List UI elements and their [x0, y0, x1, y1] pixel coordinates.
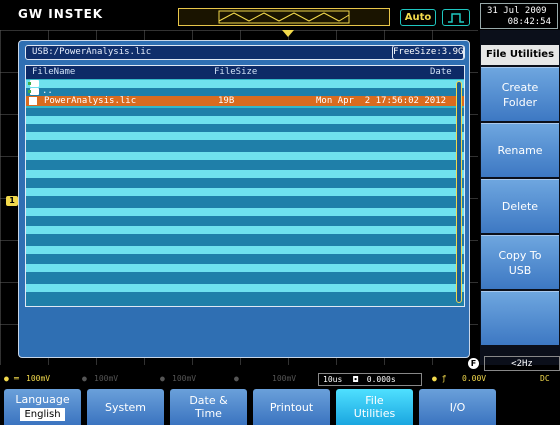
- trigger-position-marker-icon: [282, 30, 294, 37]
- delete-button[interactable]: Delete: [481, 179, 559, 233]
- file-utilities-label: File Utilities: [353, 394, 396, 420]
- ch4-scale: 100mV: [272, 374, 297, 383]
- language-label: Language: [15, 393, 70, 406]
- list-row: [26, 152, 464, 160]
- system-key[interactable]: System: [87, 389, 164, 425]
- rename-label: Rename: [497, 144, 543, 157]
- list-row: [26, 178, 464, 188]
- column-date: Date: [430, 67, 452, 77]
- io-label: I/O: [449, 400, 466, 414]
- waveform-overview: [178, 8, 390, 26]
- date-time-key[interactable]: Date & Time: [170, 389, 247, 425]
- list-row: [26, 108, 464, 116]
- column-filesize: FileSize: [214, 67, 258, 77]
- folder-icon: [28, 80, 39, 87]
- parent-folder-label: ..: [42, 86, 53, 96]
- frequency-readout: <2Hz: [484, 356, 560, 371]
- ch2-indicator-icon: ●: [82, 374, 87, 383]
- ch4-indicator-icon: ●: [234, 374, 239, 383]
- list-row: [26, 216, 464, 226]
- file-browser-panel: USB:/PowerAnalysis.lic FreeSize:3.9G Fil…: [18, 40, 470, 358]
- current-path: USB:/PowerAnalysis.lic: [32, 47, 152, 57]
- list-row: [26, 188, 464, 196]
- list-row: [26, 160, 464, 170]
- brand-logo: GW INSTEK: [18, 7, 104, 21]
- free-size-badge: FreeSize:3.9G: [392, 45, 464, 60]
- list-row: [26, 272, 464, 284]
- list-row: [26, 132, 464, 140]
- list-row: [26, 284, 464, 292]
- folder-up-icon: [28, 88, 39, 95]
- system-label: System: [104, 400, 147, 414]
- channel1-marker-icon: 1: [6, 196, 18, 206]
- selected-file-name: PowerAnalysis.lic: [44, 96, 137, 106]
- copy-to-usb-button[interactable]: Copy To USB: [481, 235, 559, 289]
- date-time-display: 31 Jul 2009 08:42:54: [480, 3, 558, 29]
- ch1-indicator-icon: ●: [4, 374, 9, 383]
- side-menu: File Utilities Create Folder Rename Dele…: [480, 30, 560, 365]
- list-row: [26, 170, 464, 178]
- copy-to-usb-label: Copy To USB: [498, 248, 542, 277]
- column-filename: FileName: [32, 67, 76, 77]
- rename-button[interactable]: Rename: [481, 123, 559, 177]
- status-bar: ● ═ 100mV ● 100mV ● 100mV ● 100mV ● ƒ 0.…: [0, 372, 560, 386]
- menu-title: File Utilities: [481, 45, 559, 65]
- trigger-level: 0.00V: [462, 374, 487, 383]
- language-value: English: [20, 408, 65, 421]
- ch1-scale: 100mV: [26, 374, 51, 383]
- ch1-coupling-icon: ═: [14, 374, 19, 383]
- ch2-scale: 100mV: [94, 374, 119, 383]
- date-time-label: Date & Time: [189, 394, 228, 420]
- empty-soft-key[interactable]: [481, 291, 559, 345]
- path-bar: USB:/PowerAnalysis.lic FreeSize:3.9G: [25, 45, 465, 60]
- ch3-indicator-icon: ●: [160, 374, 165, 383]
- list-row: [26, 234, 464, 246]
- list-row: [26, 140, 464, 152]
- create-folder-label: Create Folder: [501, 80, 539, 109]
- list-item-root-folder[interactable]: [26, 80, 464, 88]
- date-text: 31 Jul 2009: [487, 6, 547, 16]
- printout-label: Printout: [269, 400, 314, 414]
- horizontal-position: 0.000s: [366, 375, 396, 384]
- create-folder-button[interactable]: Create Folder: [481, 67, 559, 121]
- file-list-header: FileName FileSize Date: [26, 66, 464, 79]
- timebase-value: 10us: [323, 375, 343, 384]
- trigger-source-icon: ● ƒ: [432, 374, 447, 383]
- top-bar: GW INSTEK Auto 31 Jul 2009 08:42:54: [0, 0, 560, 30]
- bottom-menu: Language English System Date & Time Prin…: [0, 387, 560, 425]
- pulse-icon: [442, 9, 470, 26]
- file-icon: [29, 97, 37, 105]
- waveform-preview-icon: [218, 10, 350, 24]
- list-row: [26, 124, 464, 132]
- file-utilities-key[interactable]: File Utilities: [336, 389, 413, 425]
- file-list[interactable]: FileName FileSize Date .. PowerAnalysis.…: [25, 65, 465, 307]
- trigger-coupling: DC: [540, 374, 550, 383]
- io-key[interactable]: I/O: [419, 389, 496, 425]
- time-text: 08:42:54: [507, 17, 551, 27]
- selected-file-date: Mon Apr 2 17:56:02 2012: [316, 96, 447, 106]
- list-row: [26, 292, 464, 306]
- list-row: [26, 208, 464, 216]
- list-row: [26, 116, 464, 124]
- printout-key[interactable]: Printout: [253, 389, 330, 425]
- timebase-readout: 10us ◘ 0.000s: [318, 373, 422, 386]
- trigger-mode-badge: Auto: [400, 9, 436, 26]
- delete-label: Delete: [501, 200, 539, 213]
- function-icon: F: [468, 358, 479, 369]
- selected-file-size: 19B: [218, 96, 235, 106]
- list-row: [26, 254, 464, 264]
- list-row: [26, 264, 464, 272]
- list-row: [26, 246, 464, 254]
- language-key[interactable]: Language English: [4, 389, 81, 425]
- list-item-selected-file[interactable]: PowerAnalysis.lic 19B Mon Apr 2 17:56:02…: [26, 96, 464, 106]
- list-item-parent-folder[interactable]: ..: [26, 86, 464, 96]
- file-list-scrollbar[interactable]: [456, 81, 462, 303]
- list-row: [26, 226, 464, 234]
- list-row: [26, 196, 464, 208]
- horizontal-position-icon: ◘: [353, 375, 358, 384]
- ch3-scale: 100mV: [172, 374, 197, 383]
